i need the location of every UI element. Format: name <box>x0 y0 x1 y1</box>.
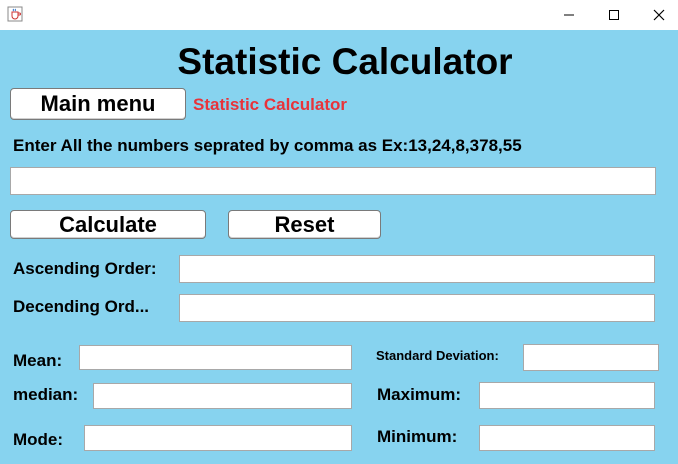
maximize-button[interactable] <box>591 0 637 30</box>
ascending-order-label: Ascending Order: <box>13 259 157 278</box>
mode-label: Mode: <box>13 430 64 449</box>
calculate-button[interactable]: Calculate <box>10 210 206 239</box>
median-field[interactable] <box>93 383 352 409</box>
ascending-order-field[interactable] <box>179 255 655 283</box>
page-title: Statistic Calculator <box>177 41 513 82</box>
main-menu-button[interactable]: Main menu <box>10 88 186 120</box>
minimize-icon <box>564 14 574 16</box>
java-cup-icon <box>7 6 23 22</box>
mean-label: Mean: <box>13 351 63 370</box>
descending-order-label: Decending Ord... <box>13 297 150 316</box>
minimize-button[interactable] <box>546 0 592 30</box>
mean-field[interactable] <box>79 345 352 370</box>
maximum-field[interactable] <box>479 382 655 409</box>
title-bar <box>0 0 678 30</box>
maximize-icon <box>609 10 619 20</box>
instruction-label: Enter All the numbers seprated by comma … <box>13 136 522 155</box>
minimum-field[interactable] <box>479 425 655 451</box>
descending-order-field[interactable] <box>179 294 655 322</box>
reset-button[interactable]: Reset <box>228 210 381 239</box>
standard-deviation-field[interactable] <box>523 344 659 371</box>
calculator-panel: Statistic Calculator Main menu Statistic… <box>0 30 678 464</box>
minimum-label: Minimum: <box>377 427 458 446</box>
close-icon <box>653 9 665 21</box>
median-label: median: <box>13 385 79 404</box>
standard-deviation-label: Standard Deviation: <box>376 348 499 363</box>
current-screen-label: Statistic Calculator <box>193 95 347 114</box>
close-button[interactable] <box>636 0 678 30</box>
maximum-label: Maximum: <box>377 385 462 404</box>
mode-field[interactable] <box>84 425 352 451</box>
numbers-input[interactable] <box>10 167 656 195</box>
